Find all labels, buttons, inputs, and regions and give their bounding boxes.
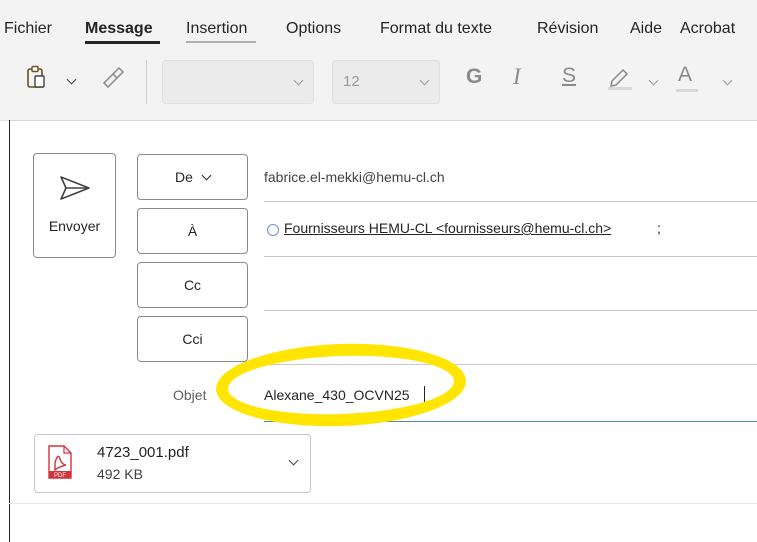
bcc-button-label: Cci [182, 331, 203, 347]
cc-button-label: Cc [183, 277, 202, 293]
cc-button[interactable]: Cc [137, 262, 248, 308]
menu-message[interactable]: Message [85, 20, 153, 38]
italic-button[interactable]: I [513, 64, 521, 90]
send-button[interactable]: Envoyer [33, 153, 116, 258]
to-field-line [264, 256, 757, 257]
font-name-chevron-icon [293, 75, 304, 86]
format-painter-icon[interactable] [101, 66, 125, 88]
cc-input[interactable] [264, 262, 757, 308]
presence-status-icon [267, 224, 279, 236]
highlighter-chevron-icon[interactable] [648, 75, 659, 86]
font-color-swatch [676, 89, 698, 92]
font-name-dropdown[interactable] [162, 60, 314, 104]
menu-insertion[interactable]: Insertion [186, 20, 247, 38]
ribbon-bottom-rule [9, 120, 757, 121]
menu-options[interactable]: Options [286, 20, 341, 38]
highlighter-icon[interactable] [606, 66, 634, 90]
underline-button[interactable]: S [562, 64, 576, 88]
message-body[interactable] [10, 505, 757, 542]
font-color-chevron-icon[interactable] [722, 75, 733, 86]
send-label: Envoyer [48, 218, 101, 234]
attachment-options-chevron-icon[interactable] [288, 455, 299, 466]
from-chevron-down-icon [201, 170, 212, 180]
to-separator: ; [657, 220, 661, 236]
font-size-chevron-icon [419, 75, 430, 86]
menu-acrobat[interactable]: Acrobat [680, 20, 735, 38]
font-size-value: 12 [343, 73, 360, 90]
to-button[interactable]: À [137, 208, 248, 254]
menu-aide[interactable]: Aide [630, 20, 662, 38]
bold-button[interactable]: G [466, 65, 482, 89]
hover-tab-indicator [186, 41, 256, 43]
from-field-line [264, 201, 757, 202]
subject-label: Objet [173, 387, 207, 403]
paste-icon[interactable] [26, 65, 46, 89]
menu-fichier[interactable]: Fichier [4, 20, 52, 38]
from-button[interactable]: De [137, 154, 248, 200]
send-icon [60, 176, 90, 200]
cc-field-line [264, 310, 757, 311]
ribbon-divider [146, 60, 147, 104]
font-color-button[interactable]: A [678, 63, 692, 87]
font-size-dropdown[interactable]: 12 [332, 60, 440, 104]
from-button-label: De [175, 169, 193, 185]
menu-bar: Fichier Message Insertion Options Format… [0, 0, 757, 44]
to-button-label: À [187, 223, 198, 239]
message-body-rule [9, 503, 757, 504]
compose-left-border [9, 120, 10, 542]
attachment-name: 4723_001.pdf [97, 444, 189, 461]
pdf-file-icon: PDF [48, 445, 72, 479]
paste-dropdown-chevron-icon[interactable] [66, 74, 77, 85]
menu-format-du-texte[interactable]: Format du texte [380, 20, 492, 38]
to-recipient-chip[interactable]: Fournisseurs HEMU-CL <fournisseurs@hemu-… [284, 220, 611, 236]
from-value: fabrice.el-mekki@hemu-cl.ch [264, 169, 445, 185]
pdf-type-label: PDF [54, 473, 66, 479]
ribbon-toolbar: 12 G I S A [0, 44, 757, 121]
bcc-button[interactable]: Cci [137, 316, 248, 362]
attachment-card[interactable]: PDF 4723_001.pdf 492 KB [34, 434, 311, 493]
menu-revision[interactable]: Révision [537, 20, 598, 38]
attachment-size: 492 KB [97, 466, 143, 482]
highlight-annotation [214, 339, 468, 431]
